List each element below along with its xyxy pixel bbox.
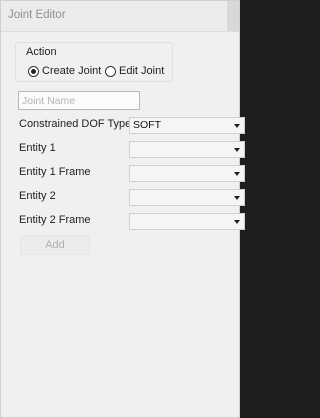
entity-1-dropdown[interactable] [129,141,245,158]
chevron-down-icon [234,148,240,152]
radio-create-joint[interactable]: Create Joint [28,64,101,78]
action-group-label: Action [26,46,57,58]
chevron-down-icon [234,220,240,224]
radio-circle-checked-icon [28,65,39,77]
entity-2-dropdown[interactable] [129,189,245,206]
joint-name-input[interactable] [18,91,140,110]
constrained-dof-type-dropdown[interactable]: SOFT [129,117,245,134]
close-button[interactable] [227,1,239,31]
radio-create-joint-label: Create Joint [42,65,102,77]
chevron-down-icon [234,124,240,128]
joint-editor-window: Joint Editor Action Create Joint Edit Jo… [0,0,245,418]
entity-2-frame-label: Entity 2 Frame [19,214,91,226]
radio-edit-joint[interactable]: Edit Joint [105,64,164,78]
entity-1-label: Entity 1 [19,142,56,154]
add-button[interactable]: Add [20,235,90,255]
entity-2-frame-dropdown[interactable] [129,213,245,230]
constrained-dof-type-value: SOFT [133,119,161,131]
title-bar[interactable]: Joint Editor [1,1,239,32]
chevron-down-icon [234,196,240,200]
entity-1-frame-label: Entity 1 Frame [19,166,91,178]
chevron-down-icon [234,172,240,176]
radio-edit-joint-label: Edit Joint [119,65,165,77]
constrained-dof-type-label: Constrained DOF Type [19,118,132,130]
window-title: Joint Editor [8,9,66,21]
entity-1-frame-dropdown[interactable] [129,165,245,182]
radio-circle-icon [105,65,116,77]
entity-2-label: Entity 2 [19,190,56,202]
